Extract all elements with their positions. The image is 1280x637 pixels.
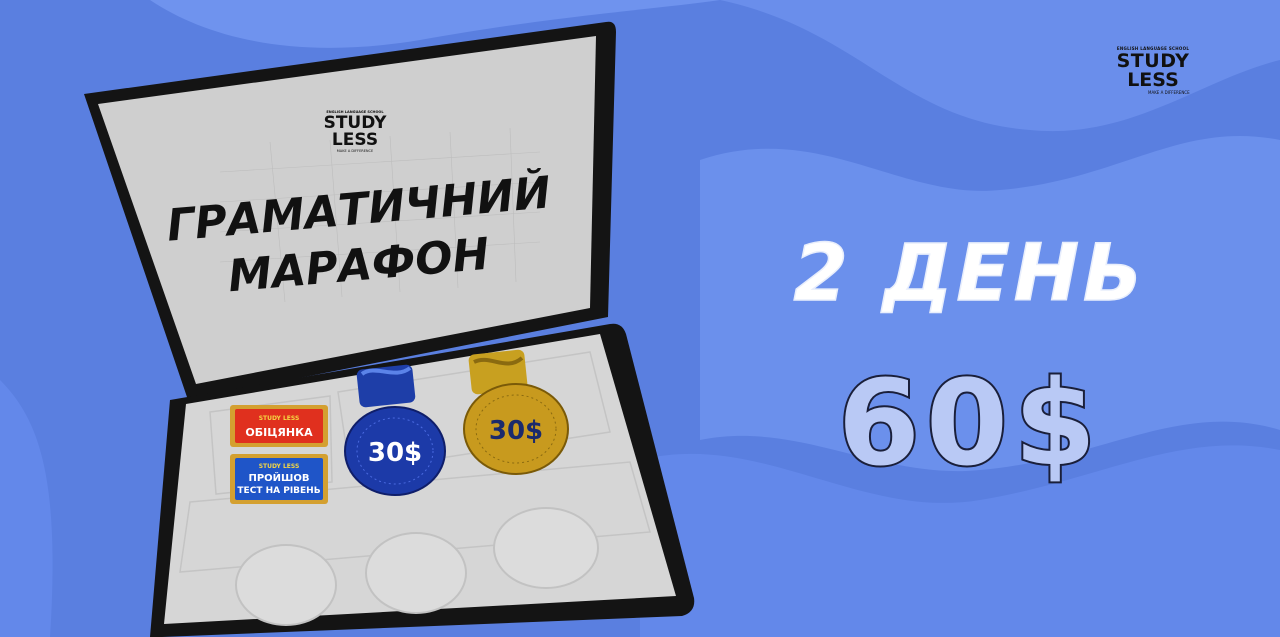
day-headline-text: 2 ДЕНЬ (794, 229, 1147, 319)
case-logo-tagline-bottom: MAKE A DIFFERENCE (336, 149, 374, 153)
badge-blue-label-line2: ТЕСТ НА РІВЕНЬ (237, 486, 320, 496)
badge-blue-brand: STUDY LESS (259, 463, 300, 470)
badge-blue-label-line1: ПРОЙШОВ (248, 471, 309, 484)
badge-red-label: ОБІЦЯНКА (245, 426, 313, 439)
price-headline-text: 60$ (838, 354, 1102, 492)
blue-medal-value: 30$ (368, 438, 422, 468)
medal-case: 30$ 30$ STUDY LESS ОБІЦЯНКА STUDY LESS П… (84, 21, 695, 637)
empty-slot-3 (493, 507, 599, 589)
logo-brand-line2: LESS (1127, 69, 1179, 91)
empty-slot-1 (235, 544, 337, 626)
gold-medal-value: 30$ (489, 416, 543, 446)
empty-slot-2 (365, 532, 467, 614)
brand-logo: ENGLISH LANGUAGE SCHOOL STUDY LESS MAKE … (1108, 46, 1198, 96)
case-title: ГРАМАТИЧНИЙ МАРАФОН (165, 168, 553, 298)
day-headline: 2 ДЕНЬ (793, 228, 1147, 320)
price-headline: 60$ (836, 352, 1102, 492)
case-logo-line2: LESS (331, 130, 379, 150)
banner: ENGLISH LANGUAGE SCHOOL STUDY LESS MAKE … (0, 0, 1280, 637)
badge-red-brand: STUDY LESS (259, 415, 300, 422)
case-logo: ENGLISH LANGUAGE SCHOOL STUDY LESS MAKE … (310, 110, 400, 154)
logo-tagline-bottom: MAKE A DIFFERENCE (1148, 90, 1190, 95)
